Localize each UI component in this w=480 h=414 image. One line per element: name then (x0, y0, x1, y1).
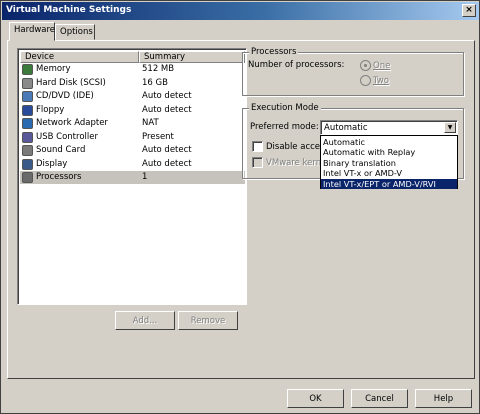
processor-icon (22, 172, 33, 183)
radio-two[interactable] (360, 75, 371, 86)
device-summary: NAT (142, 118, 159, 128)
tab-options[interactable]: Options (55, 24, 95, 40)
preferred-mode-dropdown: Automatic Automatic with Replay Binary tra… (320, 135, 458, 189)
dropdown-arrow-button[interactable]: ▼ (444, 122, 456, 133)
device-list[interactable]: Device Summary Memory 512 MB Hard Disk (SC… (17, 48, 247, 305)
device-row-sound-card[interactable]: Sound Card Auto detect (20, 144, 245, 157)
help-button[interactable]: Help (415, 389, 472, 408)
close-button[interactable]: × (462, 4, 476, 17)
device-summary: 16 GB (142, 77, 168, 88)
sound-card-icon (22, 145, 33, 156)
dropdown-option[interactable]: Automatic (321, 137, 457, 147)
device-row-display[interactable]: Display Auto detect (20, 158, 245, 171)
device-name: Floppy (36, 104, 65, 115)
device-row-processors[interactable]: Processors 1 (20, 171, 245, 184)
device-row-floppy[interactable]: Floppy Auto detect (20, 104, 245, 117)
dropdown-option[interactable]: Automatic with Replay (321, 147, 457, 157)
device-row-cd-dvd-ide[interactable]: CD/DVD (IDE) Auto detect (20, 90, 245, 103)
radio-two-label: Two (373, 76, 389, 86)
radio-one-label: One (373, 61, 391, 71)
usb-icon (22, 131, 33, 143)
dropdown-option[interactable]: Intel VT-x/EPT or AMD-V/RVI (321, 178, 457, 189)
device-summary: 512 MB (142, 64, 175, 74)
settings-window: Virtual Machine Settings × Hardware Opti… (0, 0, 480, 414)
device-row-hard-disk-scsi[interactable]: Hard Disk (SCSI) 16 GB (20, 77, 245, 90)
device-row-network-adapter[interactable]: Network Adapter NAT (20, 117, 245, 130)
preferred-mode-select[interactable]: Automatic ▼ (320, 120, 458, 135)
device-name: CD/DVD (IDE) (36, 91, 94, 101)
radio-one[interactable] (360, 60, 371, 71)
vmware-kernel-label: VMware kerne (266, 158, 327, 168)
column-header-summary[interactable]: Summary (139, 51, 245, 63)
execution-mode-title: Execution Mode (249, 103, 321, 113)
device-summary: 1 (142, 172, 148, 182)
device-summary: Present (142, 131, 174, 142)
title-bar[interactable]: Virtual Machine Settings × (2, 2, 479, 20)
memory-icon (22, 64, 33, 75)
device-summary: Auto detect (142, 104, 192, 115)
ok-button[interactable]: OK (287, 389, 344, 408)
dropdown-option[interactable]: Intel VT-x or AMD-V (321, 168, 457, 178)
remove-button[interactable]: Remove (178, 311, 238, 330)
device-row-memory[interactable]: Memory 512 MB (20, 63, 245, 76)
tab-hardware-label: Hardware (14, 25, 56, 35)
close-icon: × (465, 5, 473, 15)
vmware-kernel-checkbox[interactable] (252, 157, 263, 168)
processors-group: Processors (242, 47, 464, 96)
device-summary: Auto detect (142, 158, 192, 169)
tab-hardware[interactable]: Hardware (9, 22, 55, 41)
processors-group-title: Processors (249, 47, 299, 57)
list-header: Device Summary (20, 51, 245, 63)
floppy-icon (22, 104, 33, 116)
device-summary: Auto detect (142, 91, 192, 101)
device-row-usb-controller[interactable]: USB Controller Present (20, 131, 245, 144)
device-name: Memory (36, 64, 71, 74)
hard-disk-icon (22, 77, 33, 89)
disable-acceleration-checkbox[interactable] (252, 141, 263, 152)
device-name: Hard Disk (SCSI) (36, 77, 106, 88)
device-name: Display (36, 158, 68, 169)
add-button[interactable]: Add... (115, 311, 175, 330)
column-header-device[interactable]: Device (20, 51, 139, 63)
device-name: USB Controller (36, 131, 98, 142)
dropdown-option[interactable]: Binary translation (321, 158, 457, 168)
cd-dvd-icon (22, 91, 33, 102)
network-adapter-icon (22, 118, 33, 129)
cancel-button[interactable]: Cancel (351, 389, 408, 408)
device-name: Processors (36, 172, 82, 182)
device-summary: Auto detect (142, 145, 192, 155)
device-name: Network Adapter (36, 118, 108, 128)
preferred-mode-label: Preferred mode: (250, 122, 319, 132)
tab-options-label: Options (60, 27, 93, 37)
processor-count-label: Number of processors: (248, 60, 345, 70)
window-title: Virtual Machine Settings (6, 5, 132, 15)
display-icon (22, 158, 33, 170)
device-name: Sound Card (36, 145, 86, 155)
chevron-down-icon: ▼ (447, 124, 453, 131)
preferred-mode-value: Automatic (324, 123, 368, 133)
